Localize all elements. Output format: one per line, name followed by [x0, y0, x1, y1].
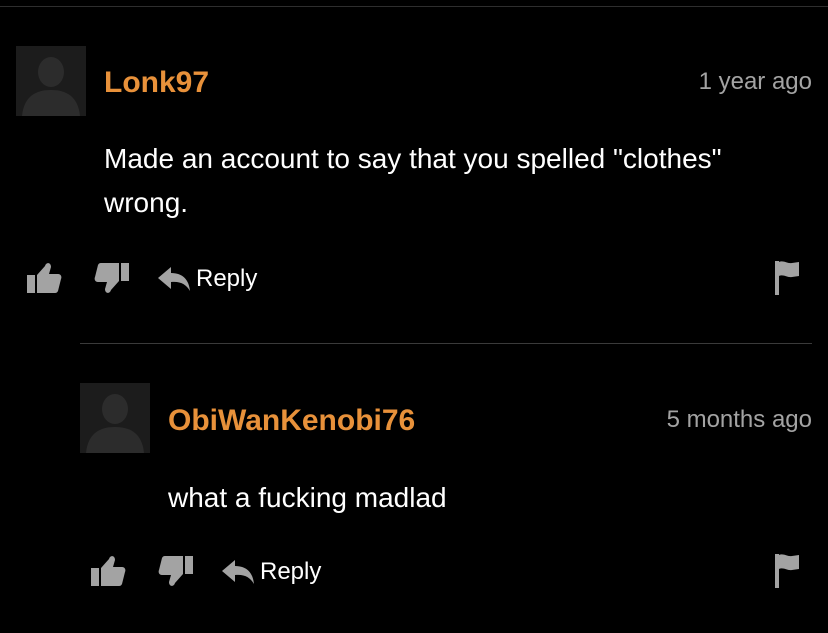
flag-button[interactable] [772, 551, 802, 591]
downvote-button[interactable] [156, 553, 196, 589]
top-divider [0, 6, 828, 7]
timestamp: 5 months ago [666, 406, 812, 433]
thumbs-up-icon [27, 263, 62, 293]
comment-text-line: what a fucking madlad [168, 482, 447, 513]
comment-text-line: Made an account to say that you spelled … [104, 143, 722, 174]
default-avatar-icon [80, 383, 150, 453]
username[interactable]: Lonk97 [104, 66, 209, 100]
flag-icon [775, 554, 799, 588]
flag-button[interactable] [772, 258, 802, 298]
upvote-button[interactable] [88, 553, 128, 589]
flag-icon [775, 261, 799, 295]
username[interactable]: ObiWanKenobi76 [168, 404, 415, 438]
default-avatar-icon [16, 46, 86, 116]
reply-button[interactable]: Reply [156, 260, 266, 296]
avatar[interactable] [80, 383, 150, 453]
reply-label: Reply [260, 558, 322, 585]
reply-divider [80, 343, 812, 344]
reply-label: Reply [196, 265, 258, 292]
timestamp: 1 year ago [698, 68, 812, 95]
upvote-button[interactable] [24, 260, 64, 296]
downvote-button[interactable] [92, 260, 132, 296]
comment-text-line: wrong. [104, 187, 189, 218]
comment-text: what a fucking madlad [168, 476, 808, 520]
reply-arrow-icon [222, 560, 254, 584]
thumbs-down-icon [158, 556, 193, 586]
reply-button[interactable]: Reply [220, 553, 330, 589]
thumbs-up-icon [91, 556, 126, 586]
comment-text: Made an account to say that you spelled … [104, 137, 804, 225]
avatar[interactable] [16, 46, 86, 116]
reply-arrow-icon [158, 267, 190, 291]
thumbs-down-icon [94, 263, 129, 293]
